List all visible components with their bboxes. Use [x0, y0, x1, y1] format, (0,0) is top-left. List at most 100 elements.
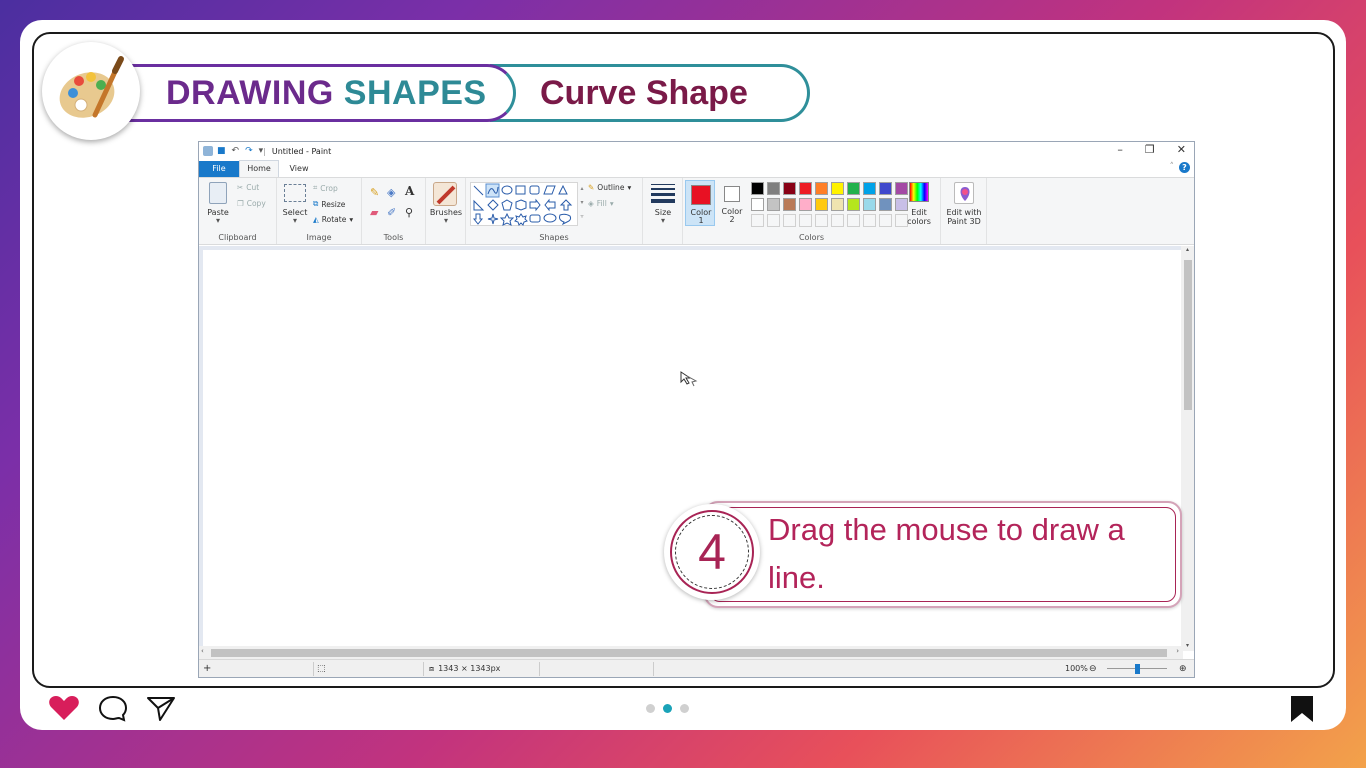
select-icon[interactable] — [284, 184, 306, 202]
outline-button[interactable]: ✎ Outline ▾ — [588, 183, 631, 192]
cut-button[interactable]: ✂ Cut — [237, 183, 259, 192]
color-picker-icon[interactable]: ✐ — [387, 206, 396, 219]
undo-icon[interactable]: ↶ — [232, 146, 240, 156]
pencil-icon[interactable]: ✎ — [370, 186, 379, 199]
vertical-scroll-thumb[interactable] — [1184, 260, 1192, 410]
canvas-dimensions: 1343 × 1343px — [438, 663, 501, 673]
colors-group: Color 1 Color 2 Edit colors Colors — [683, 178, 941, 244]
palette-swatch[interactable] — [815, 182, 828, 195]
colors-label: Colors — [798, 233, 825, 242]
fill-button[interactable]: ◈ Fill ▾ — [588, 199, 614, 208]
palette-swatch[interactable] — [783, 214, 796, 227]
crop-button[interactable]: ⌗ Crop — [313, 183, 338, 193]
tab-home[interactable]: Home — [239, 160, 279, 177]
palette-swatch[interactable] — [895, 182, 908, 195]
palette-swatch[interactable] — [799, 198, 812, 211]
brushes-group: Brushes ▾ — [426, 178, 466, 244]
palette-swatch[interactable] — [767, 198, 780, 211]
palette-swatch[interactable] — [863, 198, 876, 211]
size-lines-icon[interactable] — [651, 184, 675, 203]
edit-with-paint3d-button[interactable]: Edit with Paint 3D — [941, 208, 987, 226]
comment-icon[interactable] — [98, 694, 128, 722]
zoom-in-icon[interactable]: ⊕ — [1179, 664, 1187, 674]
image-label: Image — [306, 233, 332, 242]
palette-swatch[interactable] — [831, 214, 844, 227]
resize-button[interactable]: ⧉ Resize — [313, 199, 345, 209]
restore-icon[interactable]: ❐ — [1145, 143, 1155, 156]
rotate-icon: ◭ — [313, 215, 319, 224]
palette-swatch[interactable] — [751, 182, 764, 195]
tab-view[interactable]: View — [279, 161, 319, 177]
copy-button[interactable]: ❐ Copy — [237, 199, 266, 208]
shapes-group: ▴ ▾ ▿ ✎ Outline ▾ ◈ Fill ▾ Shapes — [466, 178, 643, 244]
shapes-gallery-icons — [472, 183, 573, 226]
horizontal-scrollbar[interactable]: ‹ › — [199, 646, 1183, 659]
fill-icon: ◈ — [588, 199, 594, 208]
share-icon[interactable] — [146, 694, 176, 722]
palette-swatch[interactable] — [799, 182, 812, 195]
carousel-dot[interactable] — [646, 704, 655, 713]
fill-bucket-icon[interactable]: ◈ — [387, 186, 395, 199]
brushes-icon[interactable] — [433, 182, 457, 206]
edit-colors-button[interactable]: Edit colors — [903, 208, 935, 226]
shapes-gallery[interactable] — [470, 182, 578, 226]
magnifier-icon[interactable]: ⚲ — [405, 206, 413, 219]
outline-icon: ✎ — [588, 183, 595, 192]
shapes-scroll-icon[interactable]: ▴ ▾ ▿ — [578, 182, 586, 226]
text-tool-icon[interactable]: A — [405, 184, 414, 198]
color1-selector[interactable]: Color 1 — [685, 180, 715, 226]
minimize-icon[interactable]: – — [1117, 143, 1123, 156]
palette-swatch[interactable] — [831, 198, 844, 211]
edit-colors-icon[interactable] — [909, 182, 929, 202]
palette-swatch[interactable] — [751, 214, 764, 227]
palette-swatch[interactable] — [879, 198, 892, 211]
status-bar: + ⬚ ⧈ 1343 × 1343px 100% ⊖ ⊕ — [199, 659, 1194, 677]
rotate-button[interactable]: ◭ Rotate ▾ — [313, 215, 353, 224]
zoom-slider-thumb[interactable] — [1135, 664, 1140, 674]
canvas-size-readout: ⧈ 1343 × 1343px — [429, 664, 500, 674]
palette-swatch[interactable] — [767, 214, 780, 227]
redo-icon[interactable]: ↷ — [245, 146, 253, 156]
bookmark-icon[interactable] — [1288, 694, 1316, 724]
carousel-dot-active[interactable] — [663, 704, 672, 713]
title-word-1: DRAWING — [166, 74, 334, 112]
heart-icon[interactable] — [48, 694, 80, 722]
step-badge: 4 — [664, 504, 760, 600]
resize-icon: ⧉ — [313, 199, 319, 208]
eraser-icon[interactable]: ▰ — [370, 206, 378, 219]
palette-swatch[interactable] — [847, 214, 860, 227]
palette-swatch[interactable] — [815, 214, 828, 227]
zoom-level: 100% — [1065, 664, 1088, 673]
vertical-scrollbar[interactable]: ▴ ▾ — [1181, 246, 1194, 651]
help-icon[interactable]: ? — [1179, 162, 1190, 173]
collapse-ribbon-icon[interactable]: ˄ — [1170, 162, 1175, 172]
color2-selector[interactable]: Color 2 — [717, 180, 747, 226]
carousel-dot[interactable] — [680, 704, 689, 713]
palette-swatch[interactable] — [847, 198, 860, 211]
clipboard-group: Paste ▾ ✂ Cut ❐ Copy Clipboard — [199, 178, 277, 244]
title-word-2: SHAPES — [343, 74, 487, 112]
horizontal-scroll-thumb[interactable] — [211, 649, 1167, 657]
close-icon[interactable]: ✕ — [1177, 143, 1186, 156]
palette-swatch[interactable] — [847, 182, 860, 195]
paint3d-icon[interactable] — [954, 182, 974, 204]
tab-file[interactable]: File — [199, 161, 239, 177]
zoom-out-icon[interactable]: ⊖ — [1089, 664, 1097, 674]
palette-swatch[interactable] — [879, 214, 892, 227]
image-group: Select ▾ ⌗ Crop ⧉ Resize ◭ Rotate ▾ Image — [277, 178, 362, 244]
palette-swatch[interactable] — [767, 182, 780, 195]
window-title: Untitled - Paint — [271, 146, 332, 156]
palette-swatch[interactable] — [863, 182, 876, 195]
palette-swatch[interactable] — [879, 182, 892, 195]
palette-swatch[interactable] — [783, 182, 796, 195]
palette-swatch[interactable] — [783, 198, 796, 211]
palette-swatch[interactable] — [815, 198, 828, 211]
palette-swatch[interactable] — [831, 182, 844, 195]
paste-icon[interactable] — [209, 182, 227, 204]
palette-swatch[interactable] — [751, 198, 764, 211]
save-icon[interactable]: ■ — [217, 146, 226, 156]
color1-swatch — [691, 185, 711, 205]
palette-swatch[interactable] — [863, 214, 876, 227]
palette-swatch[interactable] — [799, 214, 812, 227]
shapes-label: Shapes — [539, 233, 569, 242]
